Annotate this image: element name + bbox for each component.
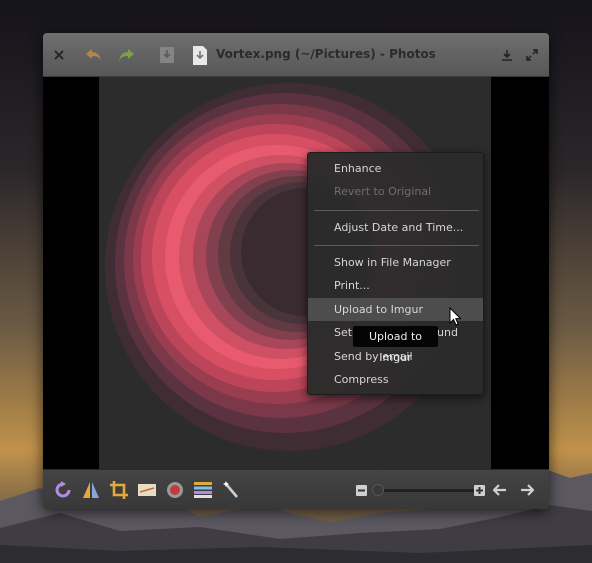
close-icon[interactable]	[49, 45, 69, 65]
zoom-out-icon[interactable]	[351, 480, 371, 500]
bottom-toolbar	[43, 469, 549, 509]
menu-item-compress[interactable]: Compress	[308, 368, 483, 391]
menu-item-enhance[interactable]: Enhance	[308, 157, 483, 180]
zoom-in-icon[interactable]	[469, 480, 489, 500]
export-icon[interactable]	[497, 45, 517, 65]
menu-item-show-in-file-manager[interactable]: Show in File Manager	[308, 251, 483, 274]
file-icon	[190, 45, 210, 65]
window-title: Vortex.png (~/Pictures) - Photos	[216, 47, 436, 61]
flip-icon[interactable]	[81, 480, 101, 500]
crop-icon[interactable]	[109, 480, 129, 500]
zoom-slider-track[interactable]	[373, 489, 477, 492]
adjust-icon[interactable]	[193, 480, 213, 500]
straighten-icon[interactable]	[137, 480, 157, 500]
mouse-cursor-icon	[449, 307, 462, 326]
zoom-slider-handle[interactable]	[372, 484, 384, 496]
enhance-icon[interactable]	[221, 480, 241, 500]
tooltip: Upload to Imgur	[353, 326, 438, 364]
menu-item-adjust-date[interactable]: Adjust Date and Time...	[308, 216, 483, 239]
menu-item-set-label: Set	[334, 326, 353, 339]
titlebar: Vortex.png (~/Pictures) - Photos	[43, 33, 549, 77]
rotate-icon[interactable]	[53, 480, 73, 500]
arrow-right-icon[interactable]	[517, 480, 537, 500]
undo-icon[interactable]	[84, 45, 104, 65]
redo-icon[interactable]	[116, 45, 136, 65]
download-icon[interactable]	[157, 45, 177, 65]
redeye-icon[interactable]	[165, 480, 185, 500]
arrow-left-icon[interactable]	[490, 480, 510, 500]
menu-item-revert: Revert to Original	[334, 185, 432, 198]
menu-separator	[314, 210, 479, 211]
menu-separator	[314, 245, 479, 246]
fullscreen-icon[interactable]	[522, 45, 542, 65]
menu-item-print[interactable]: Print...	[308, 274, 483, 297]
